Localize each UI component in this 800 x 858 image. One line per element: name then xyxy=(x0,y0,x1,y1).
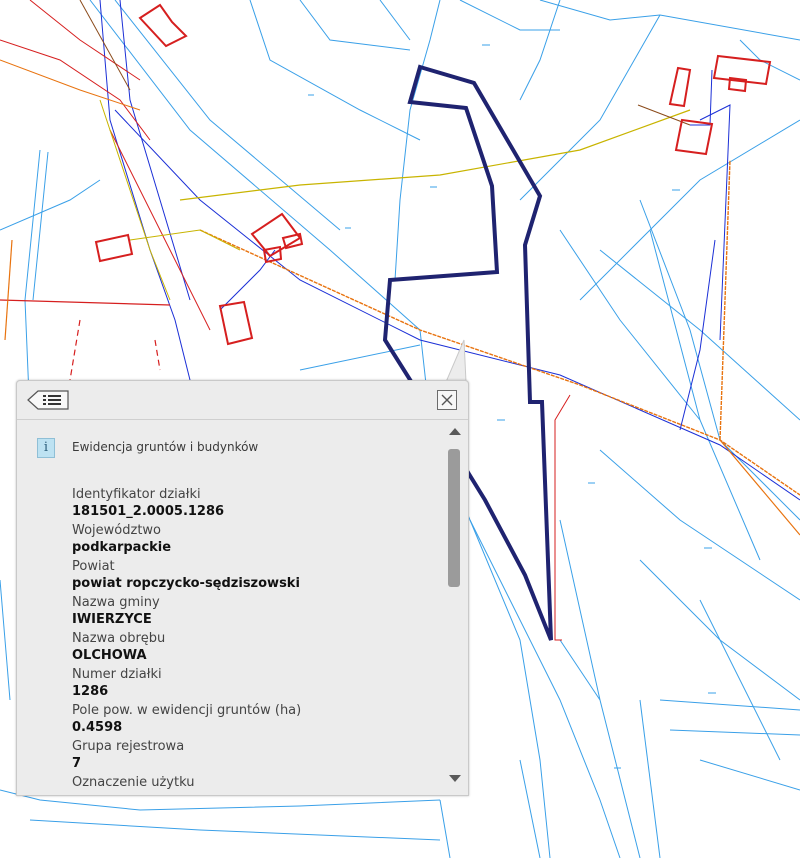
section-title: Ewidencja gruntów i budynków xyxy=(72,440,259,454)
close-icon xyxy=(441,394,453,406)
field-value xyxy=(72,791,432,794)
field-label: Grupa rejestrowa xyxy=(72,739,185,754)
field-label: Województwo xyxy=(72,523,162,538)
close-button[interactable] xyxy=(437,390,457,410)
field-label: Numer działki xyxy=(72,667,162,682)
field-label: Identyfikator działki xyxy=(72,487,201,502)
scroll-down-arrow-icon[interactable] xyxy=(449,775,461,782)
list-icon xyxy=(27,390,69,410)
info-icon: i xyxy=(37,438,55,458)
field-value: 0.4598 xyxy=(72,720,123,735)
field-value: powiat ropczycko-sędziszowski xyxy=(72,576,300,591)
field-value: IWIERZYCE xyxy=(72,612,152,627)
attribute-list: Identyfikator działki 181501_2.0005.1286… xyxy=(72,486,432,794)
field-value: 181501_2.0005.1286 xyxy=(72,504,225,519)
popup-pointer xyxy=(445,339,467,382)
buildings xyxy=(94,3,772,346)
field-value: podkarpackie xyxy=(72,540,172,555)
field-label: Nazwa gminy xyxy=(72,595,160,610)
feature-info-popup: i Ewidencja gruntów i budynków Identyfik… xyxy=(16,380,469,796)
scroll-up-arrow-icon[interactable] xyxy=(449,428,461,435)
popup-header xyxy=(17,381,468,420)
field-value: OLCHOWA xyxy=(72,648,147,663)
field-label: Nazwa obrębu xyxy=(72,631,166,646)
field-value: 1286 xyxy=(72,684,109,699)
popup-scrollbar[interactable] xyxy=(444,420,466,794)
scrollbar-thumb[interactable] xyxy=(448,449,460,587)
popup-content: i Ewidencja gruntów i budynków Identyfik… xyxy=(17,420,443,794)
field-label: Oznaczenie użytku xyxy=(72,775,195,790)
list-view-button[interactable] xyxy=(26,389,70,411)
field-label: Pole pow. w ewidencji gruntów (ha) xyxy=(72,703,302,718)
field-value: 7 xyxy=(72,756,82,771)
field-label: Powiat xyxy=(72,559,115,574)
